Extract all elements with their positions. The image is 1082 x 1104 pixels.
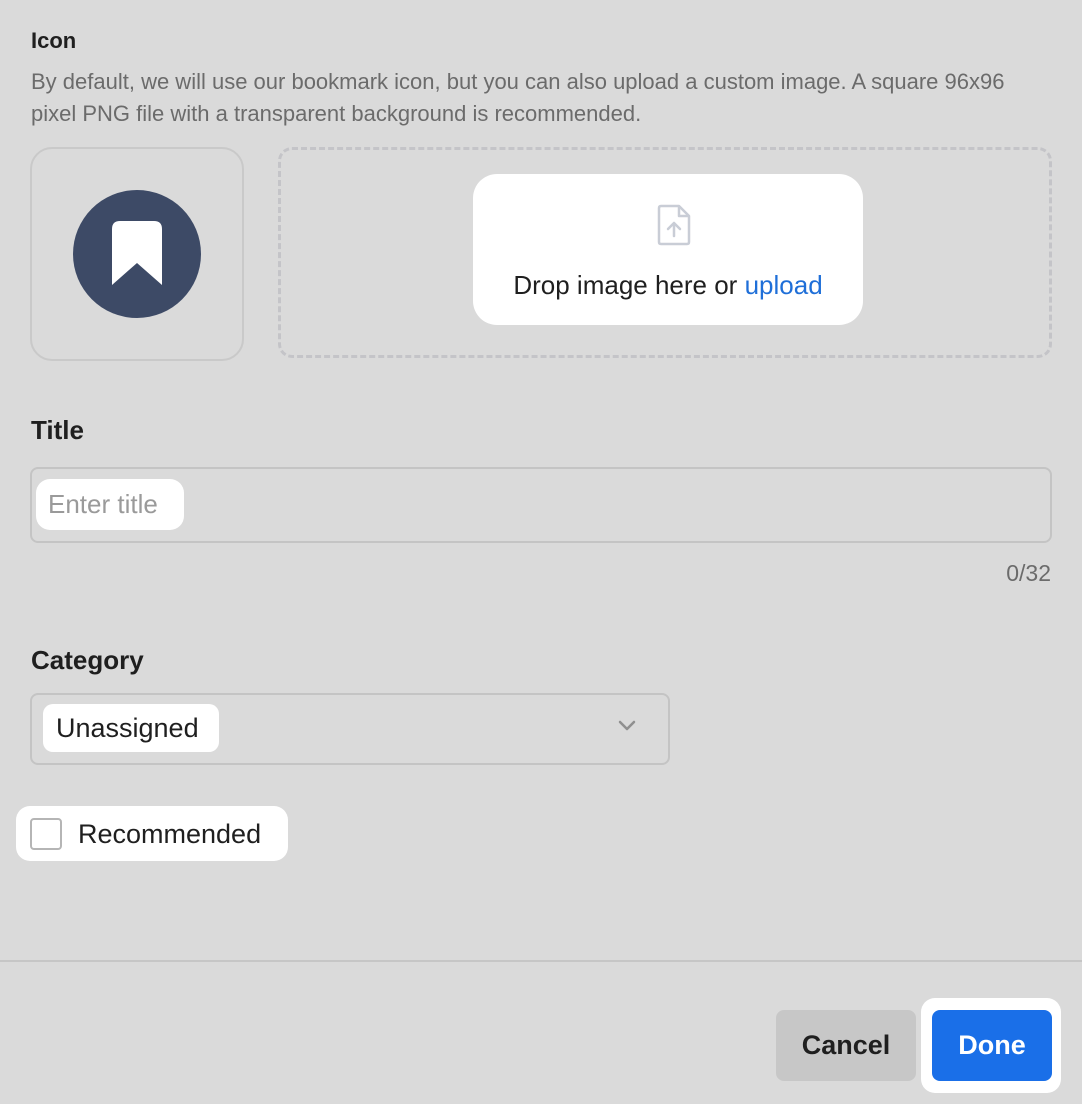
chevron-down-icon[interactable] bbox=[617, 719, 637, 733]
category-label: Category bbox=[31, 645, 144, 675]
category-selected-value[interactable]: Unassigned bbox=[43, 704, 219, 752]
upload-link[interactable]: upload bbox=[745, 270, 823, 300]
icon-section-description: By default, we will use our bookmark ico… bbox=[31, 69, 1005, 126]
file-upload-icon bbox=[657, 204, 691, 246]
icon-preview-badge bbox=[73, 190, 201, 318]
title-label: Title bbox=[31, 415, 84, 445]
recommended-label[interactable]: Recommended bbox=[78, 819, 261, 850]
cancel-button[interactable]: Cancel bbox=[776, 1010, 916, 1081]
recommended-option[interactable]: Recommended bbox=[16, 806, 288, 861]
title-char-count: 0/32 bbox=[1006, 560, 1051, 586]
title-input[interactable] bbox=[36, 479, 184, 530]
icon-preview bbox=[30, 147, 244, 361]
done-button[interactable]: Done bbox=[932, 1010, 1052, 1081]
icon-section-label: Icon bbox=[31, 28, 77, 53]
dropzone-instruction: Drop image here or bbox=[513, 270, 745, 300]
dropzone-text: Drop image here or upload bbox=[473, 270, 863, 301]
footer-divider bbox=[0, 960, 1082, 962]
dropzone-card[interactable]: Drop image here or upload bbox=[473, 174, 863, 325]
bookmark-icon bbox=[112, 221, 162, 285]
title-input-wrapper[interactable] bbox=[36, 479, 184, 530]
recommended-checkbox[interactable] bbox=[30, 818, 62, 850]
